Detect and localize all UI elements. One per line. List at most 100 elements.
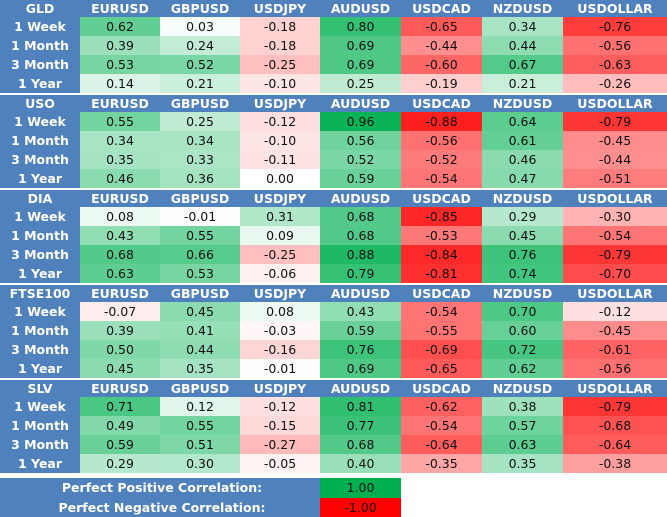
asset-label: FTSE100 <box>0 285 80 302</box>
legend-value-negative: -1.00 <box>320 497 401 517</box>
correlation-cell: 0.53 <box>160 264 240 283</box>
column-header-gbpusd: GBPUSD <box>160 95 240 112</box>
table-row: 1 Month 0.34 0.34 -0.10 0.56 -0.56 0.61 -0.45 <box>0 131 667 150</box>
correlation-cell: 0.59 <box>320 321 401 340</box>
correlation-cell: -0.60 <box>401 55 482 74</box>
legend-label-positive: Perfect Positive Correlation: <box>0 478 320 498</box>
correlation-cell: -0.44 <box>563 150 667 169</box>
period-label: 1 Year <box>0 74 80 93</box>
period-label: 3 Month <box>0 245 80 264</box>
table-row: 1 Year 0.63 0.53 -0.06 0.79 -0.81 0.74 -0.70 <box>0 264 667 283</box>
correlation-cell: -0.65 <box>401 359 482 378</box>
correlation-cell: -0.27 <box>240 435 320 454</box>
correlation-cell: 0.61 <box>482 131 563 150</box>
correlation-cell: 0.25 <box>320 74 401 93</box>
correlation-cell: 0.46 <box>482 150 563 169</box>
correlation-cell: -0.18 <box>240 17 320 36</box>
correlation-cell: 0.29 <box>482 207 563 226</box>
correlation-cell: 0.59 <box>320 169 401 188</box>
period-label: 1 Month <box>0 226 80 245</box>
correlation-cell: 0.62 <box>80 17 160 36</box>
column-header-nzdusd: NZDUSD <box>482 0 563 17</box>
correlation-cell: -0.10 <box>240 74 320 93</box>
correlation-cell: 0.47 <box>482 169 563 188</box>
period-label: 1 Month <box>0 36 80 55</box>
correlation-cell: 0.69 <box>320 55 401 74</box>
correlation-cell: 0.68 <box>320 435 401 454</box>
table-row: 1 Week 0.62 0.03 -0.18 0.80 -0.65 0.34 -0.76 <box>0 17 667 36</box>
correlation-cell: 0.14 <box>80 74 160 93</box>
correlation-cell: -0.54 <box>401 169 482 188</box>
correlation-cell: -0.03 <box>240 321 320 340</box>
correlation-cell: 0.81 <box>320 397 401 416</box>
correlation-cell: 0.79 <box>320 264 401 283</box>
column-header-usdollar: USDOLLAR <box>563 95 667 112</box>
asset-label: USO <box>0 95 80 112</box>
period-label: 1 Week <box>0 17 80 36</box>
correlation-cell: -0.07 <box>80 302 160 321</box>
table-row: 1 Year 0.46 0.36 0.00 0.59 -0.54 0.47 -0.51 <box>0 169 667 188</box>
correlation-cell: 0.70 <box>482 302 563 321</box>
correlation-cell: 0.21 <box>160 74 240 93</box>
correlation-cell: -0.84 <box>401 245 482 264</box>
period-label: 3 Month <box>0 150 80 169</box>
correlation-cell: 0.88 <box>320 245 401 264</box>
column-header-usdcad: USDCAD <box>401 285 482 302</box>
correlation-cell: -0.25 <box>240 55 320 74</box>
column-header-usdollar: USDOLLAR <box>563 0 667 17</box>
section-ftse100: FTSE100 EURUSD GBPUSD USDJPY AUDUSD USDCAD NZD… <box>0 285 667 378</box>
correlation-cell: -0.53 <box>401 226 482 245</box>
correlation-cell: 0.77 <box>320 416 401 435</box>
column-header-usdollar: USDOLLAR <box>563 285 667 302</box>
correlation-cell: -0.76 <box>563 17 667 36</box>
column-header-usdollar: USDOLLAR <box>563 380 667 397</box>
column-header-eurusd: EURUSD <box>80 95 160 112</box>
correlation-cell: -0.10 <box>240 131 320 150</box>
correlation-cell: -0.12 <box>563 302 667 321</box>
correlation-cell: -0.12 <box>240 397 320 416</box>
correlation-cell: 0.67 <box>482 55 563 74</box>
asset-label: SLV <box>0 380 80 397</box>
correlation-cell: 0.62 <box>482 359 563 378</box>
correlation-cell: 0.57 <box>482 416 563 435</box>
correlation-cell: 0.36 <box>160 169 240 188</box>
table-row: 1 Month 0.43 0.55 0.09 0.68 -0.53 0.45 -0.54 <box>0 226 667 245</box>
correlation-cell: -0.30 <box>563 207 667 226</box>
correlation-cell: -0.81 <box>401 264 482 283</box>
correlation-cell: -0.51 <box>563 169 667 188</box>
section-dia: DIA EURUSD GBPUSD USDJPY AUDUSD USDCAD NZDUSD U… <box>0 190 667 283</box>
period-label: 1 Week <box>0 302 80 321</box>
table-row: 1 Week 0.55 0.25 -0.12 0.96 -0.88 0.64 -0.79 <box>0 112 667 131</box>
legend-value-positive: 1.00 <box>320 478 401 498</box>
correlation-cell: 0.44 <box>482 36 563 55</box>
correlation-cell: 0.49 <box>80 416 160 435</box>
correlation-cell: -0.64 <box>401 435 482 454</box>
correlation-cell: -0.45 <box>563 321 667 340</box>
correlation-cell: -0.68 <box>563 416 667 435</box>
header-row: USO EURUSD GBPUSD USDJPY AUDUSD USDCAD NZDUSD U… <box>0 95 667 112</box>
correlation-cell: -0.52 <box>401 150 482 169</box>
correlation-cell: -0.11 <box>240 150 320 169</box>
correlation-cell: 0.34 <box>160 131 240 150</box>
table-row: 3 Month 0.53 0.52 -0.25 0.69 -0.60 0.67 -0.63 <box>0 55 667 74</box>
legend-label-negative: Perfect Negative Correlation: <box>0 497 320 517</box>
column-header-usdjpy: USDJPY <box>240 190 320 207</box>
correlation-cell: 0.55 <box>160 416 240 435</box>
column-header-audusd: AUDUSD <box>320 380 401 397</box>
column-header-gbpusd: GBPUSD <box>160 190 240 207</box>
period-label: 3 Month <box>0 340 80 359</box>
table-row: 1 Year 0.29 0.30 -0.05 0.40 -0.35 0.35 -0.38 <box>0 454 667 473</box>
correlation-cell: 0.39 <box>80 36 160 55</box>
table-row: 3 Month 0.68 0.66 -0.25 0.88 -0.84 0.76 -0.79 <box>0 245 667 264</box>
table-row: 3 Month 0.35 0.33 -0.11 0.52 -0.52 0.46 -0.44 <box>0 150 667 169</box>
correlation-cell: 0.08 <box>80 207 160 226</box>
table-row: 1 Week 0.08 -0.01 0.31 0.68 -0.85 0.29 -0.30 <box>0 207 667 226</box>
correlation-cell: 0.45 <box>160 302 240 321</box>
period-label: 1 Week <box>0 112 80 131</box>
correlation-cell: -0.01 <box>160 207 240 226</box>
correlation-cell: 0.53 <box>80 55 160 74</box>
column-header-usdcad: USDCAD <box>401 380 482 397</box>
column-header-audusd: AUDUSD <box>320 95 401 112</box>
correlation-cell: -0.01 <box>240 359 320 378</box>
correlation-cell: 0.56 <box>320 131 401 150</box>
